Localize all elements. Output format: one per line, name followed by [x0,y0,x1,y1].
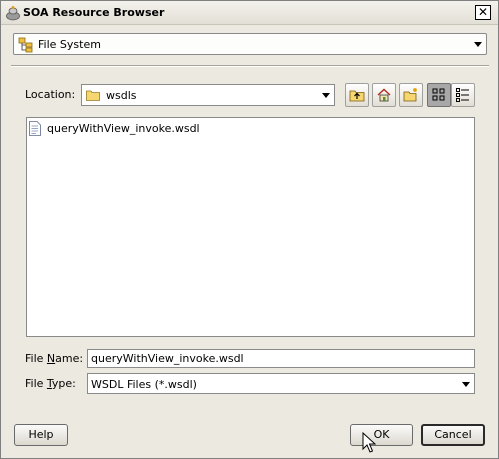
file-type-label-prefix: File [25,377,47,390]
close-icon: ✕ [477,5,489,19]
source-type-dropdown[interactable]: File System [13,33,487,55]
location-label: Location: [25,88,76,101]
separator [11,65,489,67]
title-bar[interactable]: SOA Resource Browser ✕ [1,1,498,25]
location-value: wsdls [106,89,137,102]
details-view-button[interactable] [451,83,475,107]
new-folder-button[interactable] [399,83,423,107]
document-icon [29,121,41,136]
file-type-dropdown[interactable]: WSDL Files (*.wsdl) [87,373,475,394]
file-name-input[interactable] [87,349,475,368]
chevron-down-icon [322,93,330,98]
new-folder-icon [403,88,417,102]
mouse-pointer-icon [362,432,376,453]
file-system-icon [18,37,33,53]
file-list[interactable]: queryWithView_invoke.wsdl [26,117,475,337]
help-button[interactable]: Help [14,424,68,446]
window-title: SOA Resource Browser [23,6,165,19]
cancel-button[interactable]: Cancel [421,424,485,446]
source-type-value: File System [38,38,101,51]
file-name: queryWithView_invoke.wsdl [47,122,200,135]
file-name-label-prefix: File [25,352,47,365]
app-icon [6,6,20,21]
location-dropdown[interactable]: wsdls [81,84,335,106]
chevron-down-icon [474,42,482,47]
list-view-button[interactable] [427,83,451,107]
up-one-level-button[interactable] [345,83,369,107]
file-name-label-suffix: ame: [55,352,84,365]
file-type-value: WSDL Files (*.wsdl) [91,378,197,391]
chevron-down-icon [462,381,470,387]
home-button[interactable] [372,83,396,107]
file-type-label-suffix: ype: [51,377,76,390]
folder-icon [86,90,100,101]
soa-resource-browser-dialog: SOA Resource Browser ✕ File System Locat… [0,0,499,459]
ok-button[interactable]: OK [350,424,413,446]
file-type-label: File Type: [25,377,76,390]
file-name-label: File Name: [25,352,83,365]
folder-up-icon [349,90,365,102]
details-view-icon [456,88,469,102]
list-view-icon [432,88,445,101]
home-icon [377,88,391,102]
file-name-label-mnemonic: N [46,352,56,365]
close-button[interactable]: ✕ [475,5,491,20]
